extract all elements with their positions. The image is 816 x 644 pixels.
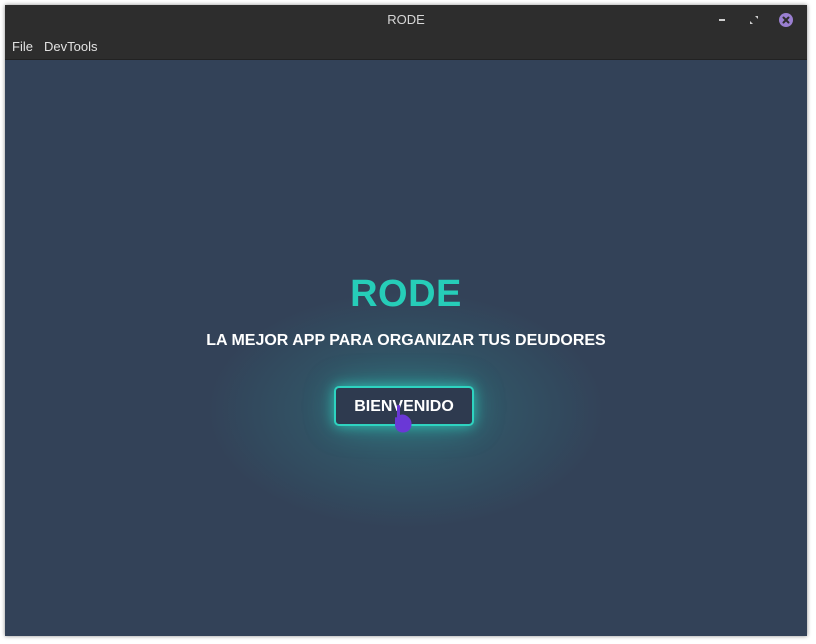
hand-pointer-cursor-icon: [395, 404, 412, 433]
app-brand-title: RODE: [350, 273, 462, 315]
app-window: RODE File DevTools RODE LA MEJOR APP PAR…: [5, 5, 807, 636]
window-title: RODE: [387, 12, 425, 27]
menu-bar: File DevTools: [5, 35, 807, 60]
menu-file[interactable]: File: [12, 35, 33, 59]
maximize-icon[interactable]: [746, 12, 762, 28]
close-icon[interactable]: [778, 12, 794, 28]
title-bar[interactable]: RODE: [5, 5, 807, 35]
app-tagline: LA MEJOR APP PARA ORGANIZAR TUS DEUDORES: [206, 332, 606, 349]
menu-devtools[interactable]: DevTools: [44, 35, 97, 59]
minimize-icon[interactable]: [714, 12, 730, 28]
main-content: RODE LA MEJOR APP PARA ORGANIZAR TUS DEU…: [5, 60, 807, 636]
